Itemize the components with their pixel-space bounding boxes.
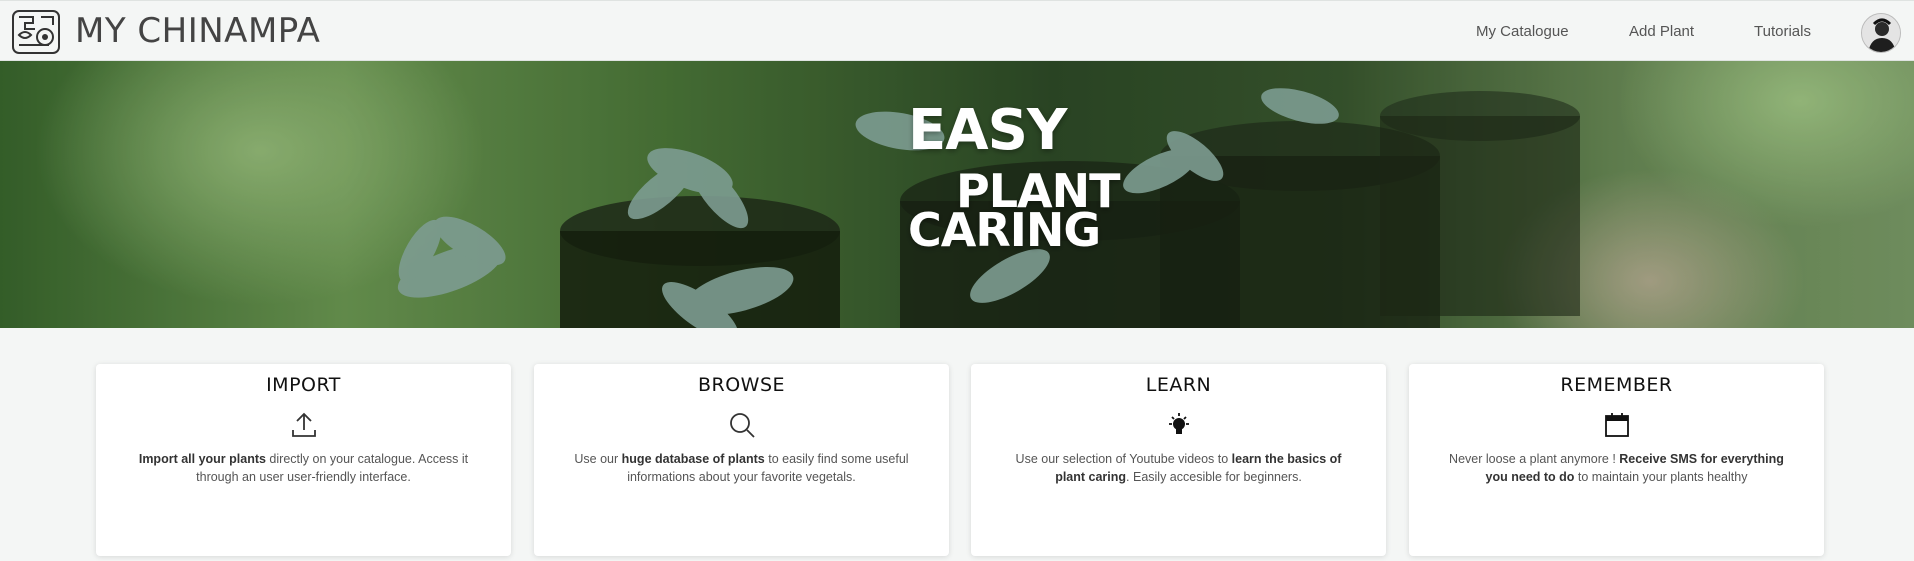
- feature-card-import: IMPORT Import all your plants directly o…: [96, 364, 511, 556]
- card-title: LEARN: [1145, 374, 1212, 396]
- nav-my-catalogue[interactable]: My Catalogue: [1476, 23, 1569, 40]
- card-description: Use our selection of Youtube videos to l…: [1015, 452, 1342, 484]
- hero-banner: EASY PLANT CARING: [0, 61, 1914, 328]
- card-description: Import all your plants directly on your …: [138, 452, 469, 484]
- feature-card-browse: BROWSE Use our huge database of plants t…: [534, 364, 949, 556]
- card-title: REMEMBER: [1560, 374, 1673, 396]
- card-description: Never loose a plant anymore ! Receive SM…: [1449, 452, 1784, 484]
- nav-add-plant[interactable]: Add Plant: [1629, 23, 1694, 40]
- top-navbar: MY CHINAMPA My Catalogue Add Plant Tutor…: [0, 0, 1914, 61]
- hero-title-caring: CARING: [908, 203, 1101, 257]
- user-avatar[interactable]: [1861, 13, 1901, 53]
- card-title: IMPORT: [266, 374, 341, 396]
- upload-icon: [290, 411, 318, 439]
- lightbulb-icon: [1165, 411, 1193, 439]
- hero-title-easy: EASY: [908, 98, 1067, 163]
- card-title: BROWSE: [697, 374, 786, 396]
- brand-title[interactable]: MY CHINAMPA: [75, 11, 320, 51]
- feature-card-remember: REMEMBER Never loose a plant anymore ! R…: [1409, 364, 1824, 556]
- aztec-glyph-icon[interactable]: [11, 9, 61, 55]
- nav-tutorials[interactable]: Tutorials: [1754, 23, 1811, 40]
- feature-card-learn: LEARN Use our selection of Youtube video…: [971, 364, 1386, 556]
- search-icon: [728, 411, 756, 439]
- card-description: Use our huge database of plants to easil…: [574, 452, 909, 484]
- calendar-icon: [1603, 411, 1631, 439]
